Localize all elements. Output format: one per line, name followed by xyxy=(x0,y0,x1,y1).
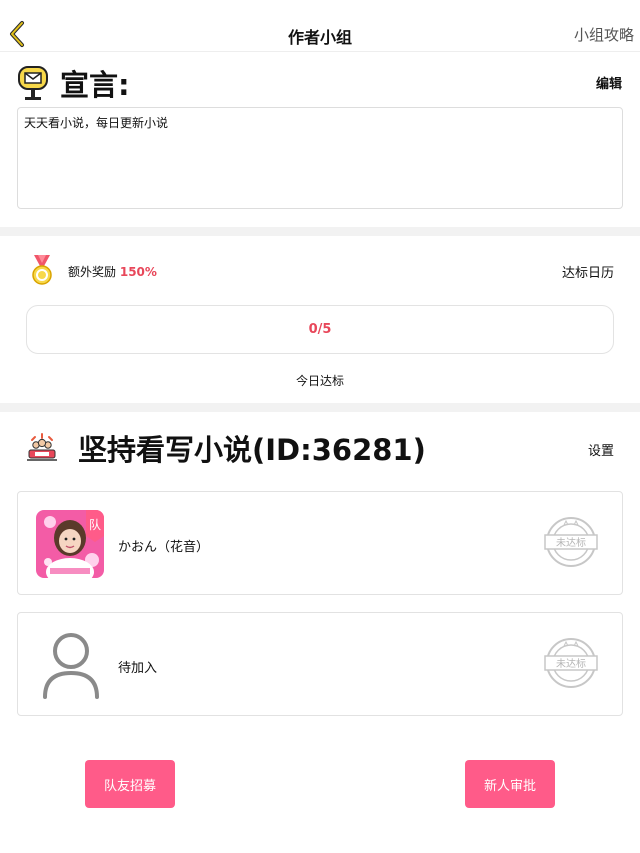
reward-label: 额外奖励 xyxy=(68,265,117,279)
group-title: 坚持看写小说(ID:36281) xyxy=(78,433,426,467)
member-name: かおん（花音） xyxy=(118,540,210,555)
member-card[interactable]: 待加入 未达标 xyxy=(17,612,623,716)
person-placeholder-icon xyxy=(40,629,102,699)
today-target-label: 今日达标 xyxy=(295,374,344,388)
page-title: 作者小组 xyxy=(287,28,352,47)
nav-bar: 作者小组 小组攻略 xyxy=(0,0,640,52)
stamp-label: 未达标 xyxy=(556,537,586,549)
extra-reward-label: 额外奖励 150% xyxy=(68,263,157,280)
recruit-teammates-button[interactable]: 队友招募 xyxy=(85,760,175,808)
section-divider xyxy=(0,403,640,412)
not-achieved-stamp: 未达标 xyxy=(542,637,600,689)
group-team-icon xyxy=(26,432,58,462)
edit-button[interactable]: 编辑 xyxy=(596,73,622,92)
section-divider xyxy=(0,227,640,236)
reward-percent: 150% xyxy=(119,265,157,279)
medal-icon xyxy=(30,254,54,286)
calendar-link[interactable]: 达标日历 xyxy=(562,262,614,281)
new-member-approval-button[interactable]: 新人审批 xyxy=(465,760,555,808)
member-card[interactable]: 队 かおん（花音） 未达标 xyxy=(17,491,623,595)
not-achieved-stamp: 未达标 xyxy=(542,516,600,568)
settings-button[interactable]: 设置 xyxy=(588,440,614,459)
member-name: 待加入 xyxy=(118,661,158,676)
group-guide-link[interactable]: 小组攻略 xyxy=(574,24,634,45)
captain-badge: 队 xyxy=(89,517,101,532)
mailbox-icon xyxy=(16,64,50,102)
member-photo-avatar: 队 xyxy=(36,510,104,578)
manifesto-text: 天天看小说，每日更新小说 xyxy=(17,107,623,209)
daily-progress: 0/5 xyxy=(26,305,614,354)
manifesto-title: 宣言: xyxy=(60,68,130,102)
stamp-label: 未达标 xyxy=(556,658,586,670)
